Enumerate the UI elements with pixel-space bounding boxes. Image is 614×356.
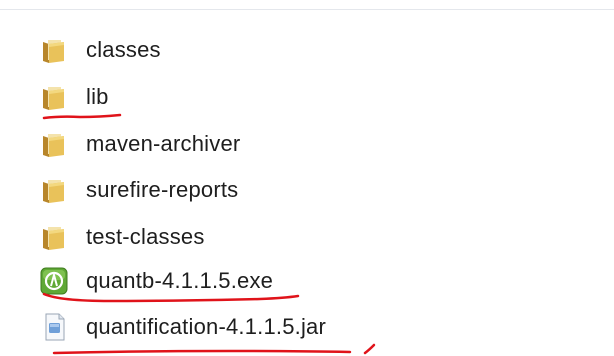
folder-icon — [38, 129, 70, 159]
file-name: lib — [86, 84, 109, 109]
exe-app-icon — [38, 266, 70, 296]
list-item-maven-archiver[interactable]: maven-archiver — [38, 127, 240, 161]
file-name: maven-archiver — [86, 131, 241, 156]
list-item-test-classes[interactable]: test-classes — [38, 220, 205, 254]
list-item-classes[interactable]: classes — [38, 33, 161, 67]
file-name: classes — [86, 37, 161, 62]
explorer-file-pane: classes lib maven-archiver surefire-repo… — [0, 0, 614, 356]
jar-file-icon — [38, 312, 70, 342]
list-item-quantification-jar[interactable]: quantification-4.1.1.5.jar — [38, 310, 326, 344]
file-name: quantb-4.1.1.5.exe — [86, 268, 274, 293]
folder-icon — [38, 175, 70, 205]
list-item-surefire-reports[interactable]: surefire-reports — [38, 173, 238, 207]
list-item-quantb-exe[interactable]: quantb-4.1.1.5.exe — [38, 264, 273, 298]
folder-icon — [38, 82, 70, 112]
folder-icon — [38, 222, 70, 252]
file-name: test-classes — [86, 224, 205, 249]
file-name: quantification-4.1.1.5.jar — [86, 314, 327, 339]
file-list: classes lib maven-archiver surefire-repo… — [0, 0, 614, 356]
folder-icon — [38, 35, 70, 65]
file-name: surefire-reports — [86, 177, 239, 202]
list-item-lib[interactable]: lib — [38, 80, 109, 114]
